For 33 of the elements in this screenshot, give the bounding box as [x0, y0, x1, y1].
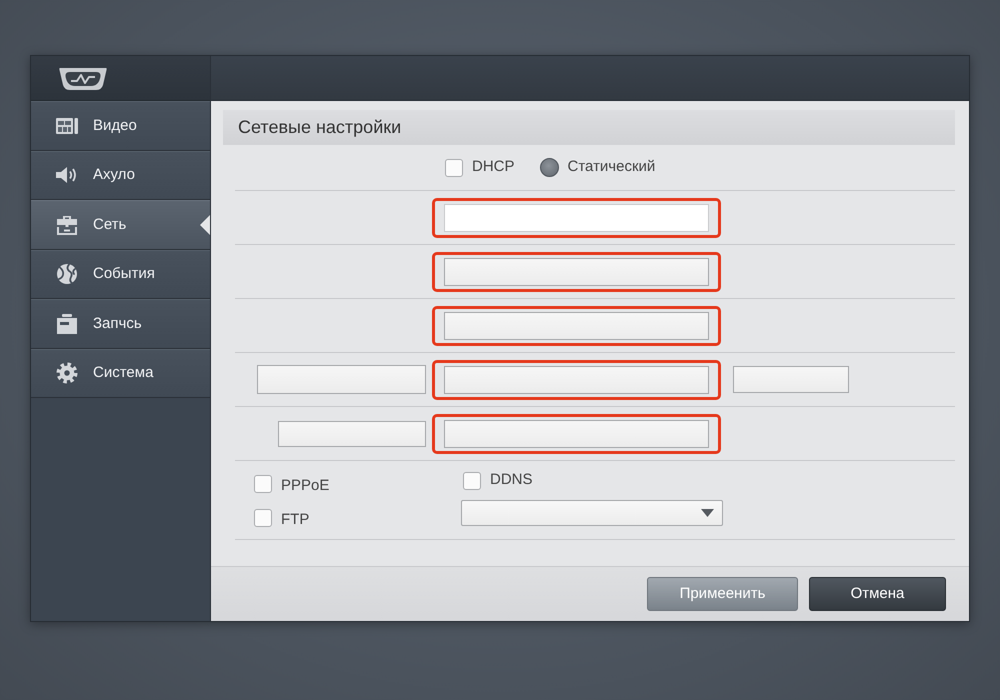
- cancel-button[interactable]: Отмена: [809, 577, 946, 611]
- input-field[interactable]: [733, 366, 849, 393]
- sidebar-item[interactable]: Система: [31, 348, 210, 398]
- checkbox[interactable]: [254, 508, 272, 526]
- toolbox-icon: [55, 214, 79, 236]
- logo-icon: [58, 66, 108, 90]
- input-field[interactable]: [444, 258, 709, 286]
- input-field[interactable]: [444, 204, 709, 232]
- input-field[interactable]: [444, 366, 709, 394]
- caret-icon: [701, 509, 714, 517]
- sidebar-item[interactable]: Ахуло: [31, 150, 210, 200]
- drawer-icon: [55, 312, 79, 335]
- sidebar-item[interactable]: События: [31, 250, 210, 299]
- section-title: Сетевые настройки: [238, 116, 402, 139]
- input-field[interactable]: [444, 420, 709, 448]
- checkbox[interactable]: [445, 158, 463, 176]
- dropdown[interactable]: [461, 500, 723, 526]
- checkbox-label: PPPoE: [281, 476, 330, 496]
- radio-label: Статический: [568, 157, 656, 178]
- input-field[interactable]: [257, 365, 426, 394]
- settings-icon: [55, 362, 79, 384]
- radio-button[interactable]: [540, 158, 559, 177]
- checkbox-label: DDNS: [490, 470, 533, 490]
- checkbox-label: DHCP: [472, 157, 515, 178]
- checkbox[interactable]: [463, 472, 481, 490]
- checkbox[interactable]: [254, 474, 272, 492]
- sidebar-item[interactable]: Запчсь: [31, 299, 210, 348]
- globe-icon: [55, 263, 79, 286]
- sidebar-item[interactable]: Видео: [31, 101, 210, 150]
- sidebar-item[interactable]: Сеть: [31, 200, 210, 250]
- input-field[interactable]: [278, 420, 426, 446]
- input-field[interactable]: [444, 312, 709, 340]
- checkbox-label: FTP: [281, 510, 310, 530]
